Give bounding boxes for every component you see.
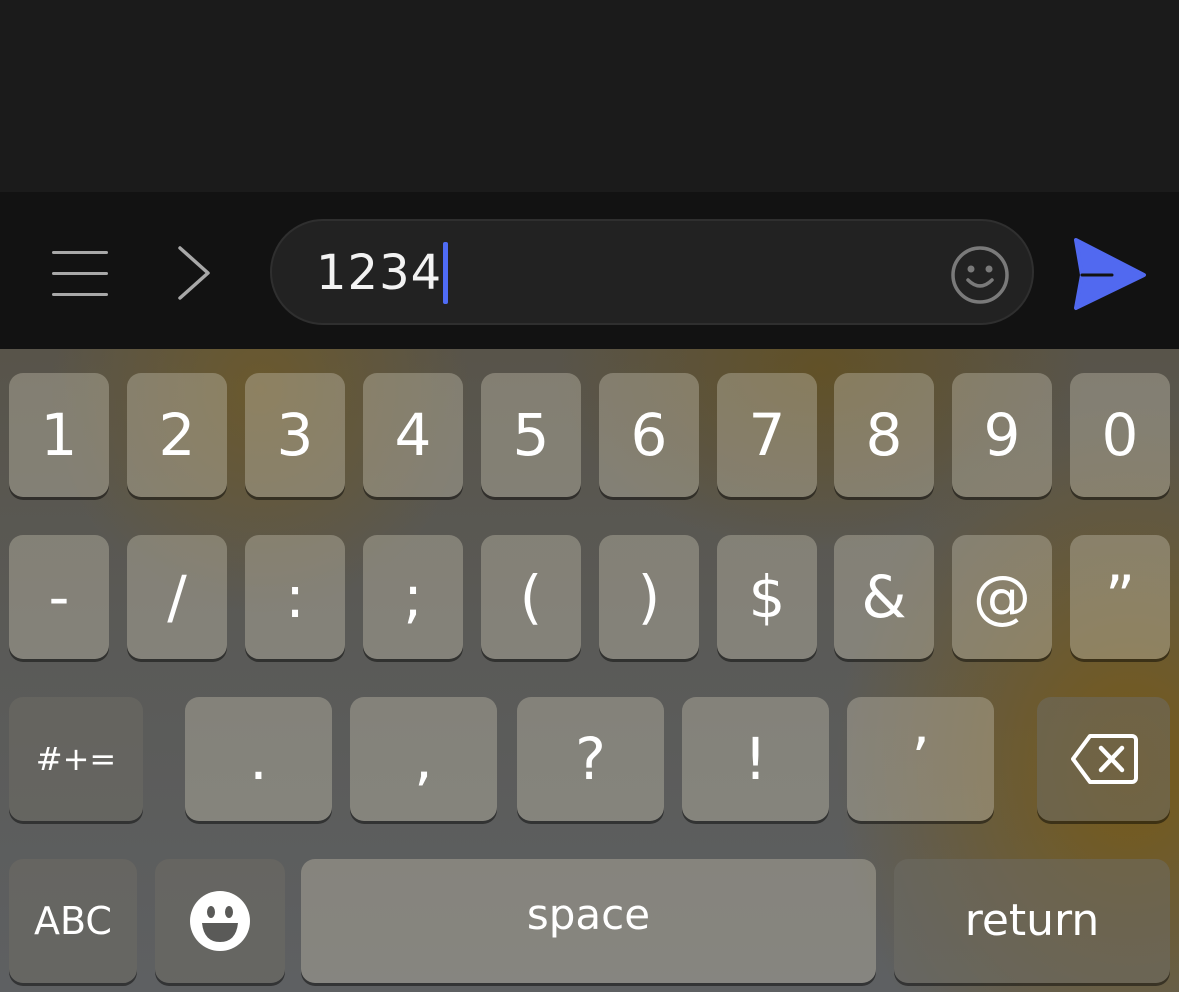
key-label: space bbox=[526, 890, 651, 939]
key-0[interactable]: 0 bbox=[1070, 373, 1170, 497]
key-quote[interactable]: ” bbox=[1070, 535, 1170, 659]
key-1[interactable]: 1 bbox=[9, 373, 109, 497]
emoji-key[interactable] bbox=[155, 859, 285, 983]
key-label: 7 bbox=[748, 401, 786, 469]
key-label: 6 bbox=[630, 401, 668, 469]
key-5[interactable]: 5 bbox=[481, 373, 581, 497]
key-label: ; bbox=[403, 563, 423, 631]
key-label: / bbox=[167, 563, 187, 631]
key-label: - bbox=[48, 563, 70, 631]
key-label: 5 bbox=[512, 401, 550, 469]
key-label: 0 bbox=[1101, 401, 1139, 469]
key-open-paren[interactable]: ( bbox=[481, 535, 581, 659]
key-9[interactable]: 9 bbox=[952, 373, 1052, 497]
key-comma[interactable]: , bbox=[350, 697, 497, 821]
key-dollar[interactable]: $ bbox=[717, 535, 817, 659]
key-label: ( bbox=[519, 563, 543, 631]
keyboard: 1 2 3 4 5 6 7 8 9 0 - / : ; ( ) $ & @ ” … bbox=[0, 349, 1179, 992]
message-input-value: 1234 bbox=[316, 245, 443, 301]
space-key[interactable]: space bbox=[301, 859, 876, 983]
key-label: return bbox=[964, 895, 1100, 946]
key-apostrophe[interactable]: ’ bbox=[847, 697, 994, 821]
key-ampersand[interactable]: & bbox=[834, 535, 934, 659]
key-6[interactable]: 6 bbox=[599, 373, 699, 497]
send-icon[interactable] bbox=[1068, 236, 1148, 312]
return-key[interactable]: return bbox=[894, 859, 1170, 983]
key-abc[interactable]: ABC bbox=[9, 859, 137, 983]
key-label: & bbox=[861, 563, 907, 631]
key-label: 2 bbox=[158, 401, 196, 469]
key-colon[interactable]: : bbox=[245, 535, 345, 659]
message-composer: 1234 bbox=[0, 192, 1179, 349]
key-label: 9 bbox=[983, 401, 1021, 469]
key-label: 8 bbox=[865, 401, 903, 469]
key-at[interactable]: @ bbox=[952, 535, 1052, 659]
key-3[interactable]: 3 bbox=[245, 373, 345, 497]
text-caret bbox=[443, 242, 449, 304]
key-hyphen[interactable]: - bbox=[9, 535, 109, 659]
key-label: ’ bbox=[911, 725, 930, 793]
key-label: 3 bbox=[276, 401, 314, 469]
key-label: ABC bbox=[34, 899, 112, 943]
emoji-icon bbox=[190, 891, 250, 951]
key-4[interactable]: 4 bbox=[363, 373, 463, 497]
key-label: #+= bbox=[35, 740, 117, 778]
key-label: : bbox=[285, 563, 305, 631]
backspace-key[interactable] bbox=[1037, 697, 1170, 821]
key-label: ) bbox=[637, 563, 661, 631]
chevron-right-icon[interactable] bbox=[172, 244, 218, 302]
key-question[interactable]: ? bbox=[517, 697, 664, 821]
menu-icon[interactable] bbox=[52, 248, 110, 298]
key-8[interactable]: 8 bbox=[834, 373, 934, 497]
key-semicolon[interactable]: ; bbox=[363, 535, 463, 659]
message-input[interactable]: 1234 bbox=[270, 219, 1034, 325]
key-label: ? bbox=[575, 725, 606, 793]
key-period[interactable]: . bbox=[185, 697, 332, 821]
key-label: , bbox=[414, 725, 433, 793]
key-more-symbols[interactable]: #+= bbox=[9, 697, 143, 821]
backspace-icon bbox=[1070, 734, 1138, 784]
key-label: @ bbox=[973, 563, 1031, 631]
key-7[interactable]: 7 bbox=[717, 373, 817, 497]
key-label: ” bbox=[1104, 563, 1136, 631]
message-input-text[interactable]: 1234 bbox=[316, 242, 449, 304]
conversation-area bbox=[0, 0, 1179, 192]
key-label: . bbox=[249, 725, 268, 793]
key-2[interactable]: 2 bbox=[127, 373, 227, 497]
key-label: ! bbox=[743, 725, 768, 793]
key-slash[interactable]: / bbox=[127, 535, 227, 659]
key-label: 1 bbox=[40, 401, 78, 469]
emoji-face-icon[interactable] bbox=[950, 245, 1010, 305]
key-label: 4 bbox=[394, 401, 432, 469]
key-label: $ bbox=[748, 563, 786, 631]
key-close-paren[interactable]: ) bbox=[599, 535, 699, 659]
key-exclamation[interactable]: ! bbox=[682, 697, 829, 821]
